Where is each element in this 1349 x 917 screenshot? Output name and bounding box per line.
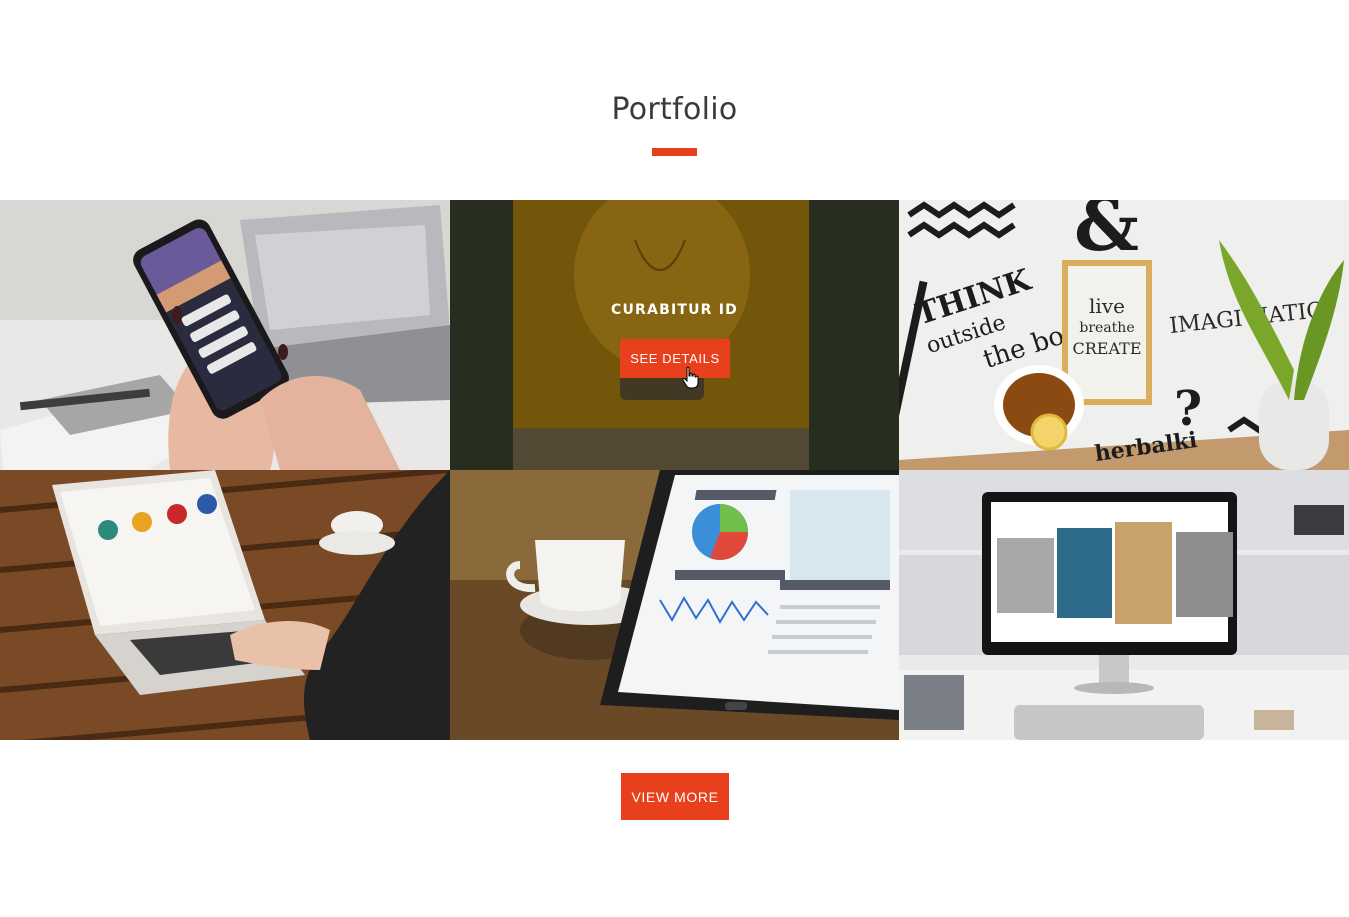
see-details-button[interactable]: SEE DETAILS: [620, 339, 730, 378]
title-underline: [652, 148, 697, 156]
tablet-analytics-photo: [450, 470, 899, 740]
portfolio-item-typography[interactable]: & THINK outside the box live breathe CRE…: [899, 200, 1349, 470]
hover-overlay: [450, 200, 899, 470]
view-more-button[interactable]: VIEW MORE: [621, 773, 729, 820]
portfolio-item-phone[interactable]: [0, 200, 450, 470]
typography-prints-photo: & THINK outside the box live breathe CRE…: [899, 200, 1349, 470]
portfolio-item-lightbulb[interactable]: CURABITUR ID SEE DETAILS: [450, 200, 899, 470]
laptop-on-table-photo: [0, 470, 450, 740]
section-title: Portfolio: [611, 92, 738, 127]
svg-text:live: live: [1089, 294, 1125, 318]
portfolio-item-title: CURABITUR ID: [611, 302, 738, 318]
portfolio-item-tablet[interactable]: [450, 470, 899, 740]
portfolio-grid: CURABITUR ID SEE DETAILS & THINK outside…: [0, 200, 1349, 740]
hand-cursor-icon: [682, 366, 699, 389]
portfolio-item-laptop[interactable]: [0, 470, 450, 740]
svg-text:&: &: [1074, 200, 1139, 267]
desktop-monitor-photo: [899, 470, 1349, 740]
portfolio-item-desktop[interactable]: [899, 470, 1349, 740]
svg-text:breathe: breathe: [1079, 320, 1134, 336]
phone-in-hands-photo: [0, 200, 450, 470]
svg-text:CREATE: CREATE: [1073, 339, 1142, 358]
